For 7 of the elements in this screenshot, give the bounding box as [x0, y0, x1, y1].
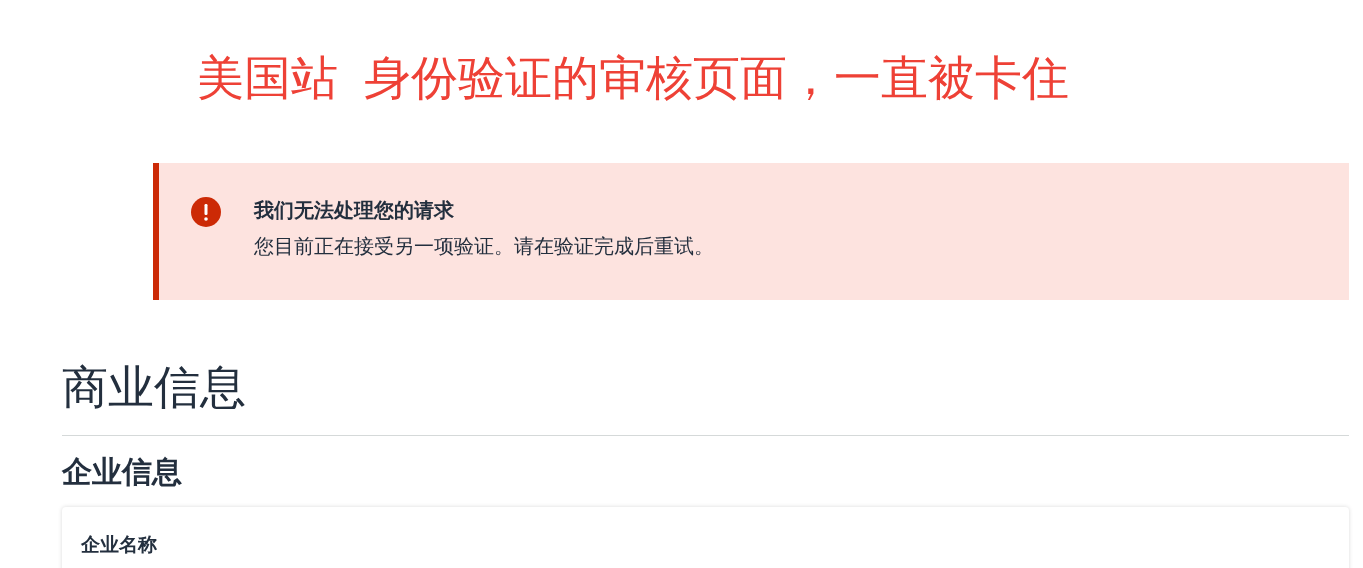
annotation-text: 美国站 身份验证的审核页面，一直被卡住	[196, 50, 1071, 101]
page-title: 商业信息	[62, 360, 247, 415]
field-label: 企业名称	[81, 533, 158, 558]
alert-message: 您目前正在接受另一项验证。请在验证完成后重试。	[254, 234, 714, 259]
section-title: 企业信息	[62, 454, 183, 491]
alert-title: 我们无法处理您的请求	[254, 198, 455, 223]
error-icon	[191, 197, 221, 227]
